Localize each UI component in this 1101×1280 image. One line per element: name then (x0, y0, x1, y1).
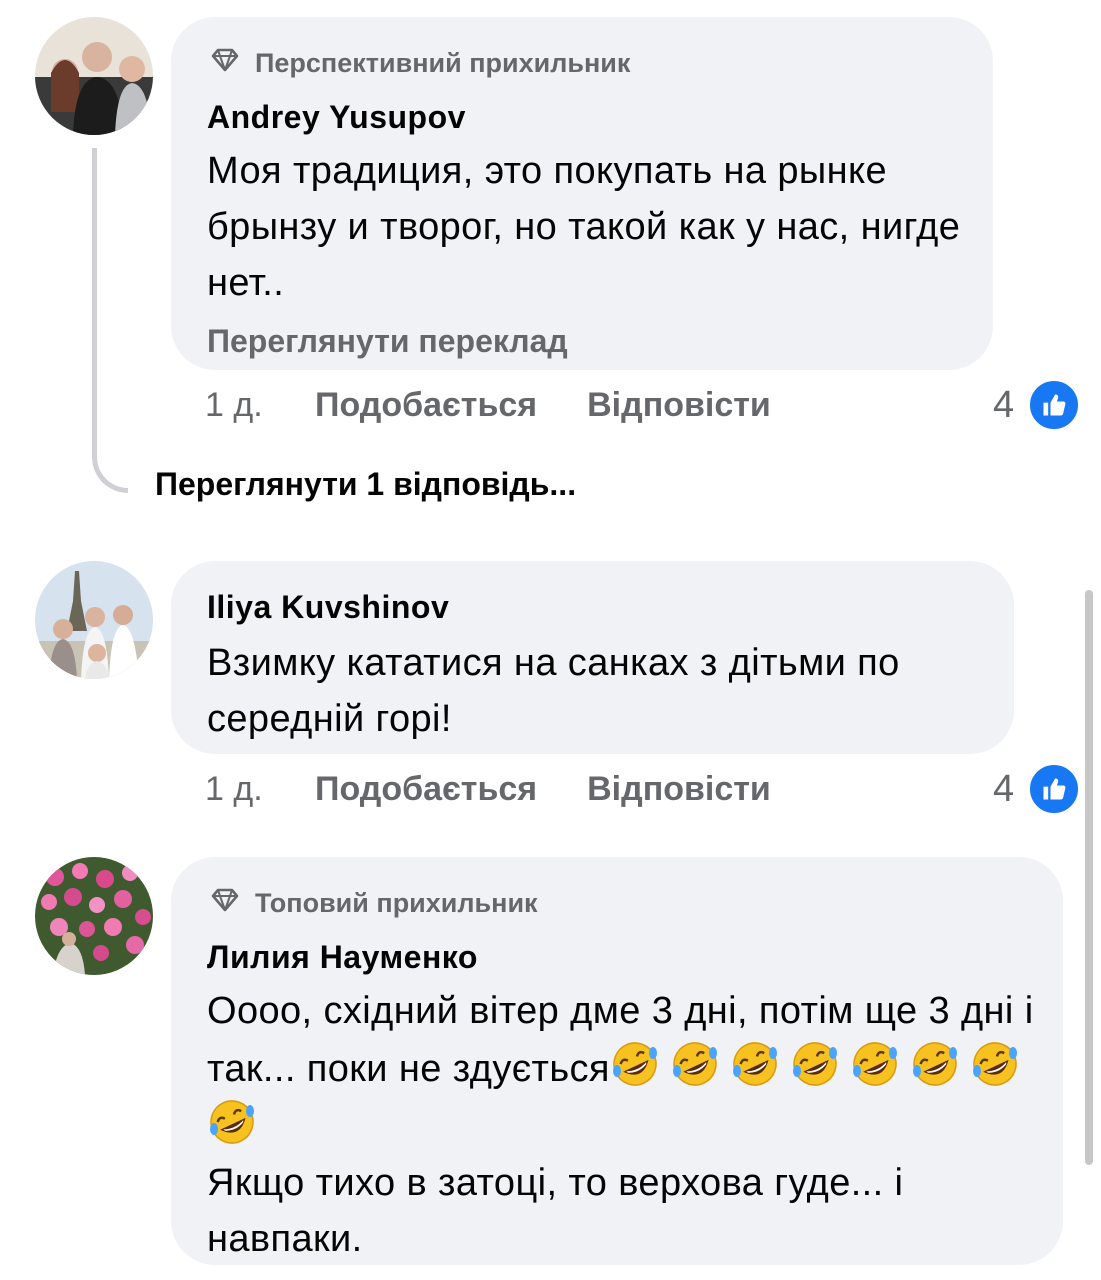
comment-author[interactable]: Iliya Kuvshinov (207, 583, 1014, 631)
comment-text: Взимку кататися на санках з дітьми по се… (207, 642, 900, 740)
comment-time[interactable]: 1 д. (205, 386, 315, 425)
scrollbar[interactable] (1085, 590, 1093, 1165)
rofl-emoji (910, 1039, 960, 1089)
fan-badge: Перспективний прихильник (207, 41, 993, 85)
comment-author[interactable]: Andrey Yusupov (207, 93, 993, 141)
comment-actions: 1 д. Подобається Відповісти (205, 386, 821, 425)
reaction-count[interactable]: 4 (993, 379, 1081, 431)
like-button[interactable]: Подобається (315, 386, 537, 425)
like-count: 4 (993, 383, 1015, 426)
avatar[interactable] (35, 17, 153, 135)
view-translation-link[interactable]: Переглянути переклад (207, 323, 993, 360)
comment-bubble[interactable]: Перспективний прихильник Andrey Yusupov … (171, 17, 993, 370)
rofl-emoji (207, 1097, 257, 1147)
like-count: 4 (993, 767, 1015, 810)
diamond-badge-icon (207, 45, 243, 81)
rofl-emoji (850, 1039, 900, 1089)
thread-line (92, 148, 128, 493)
avatar[interactable] (35, 561, 153, 679)
reply-button[interactable]: Відповісти (587, 386, 771, 425)
rofl-emoji (610, 1039, 660, 1089)
like-button[interactable]: Подобається (315, 770, 537, 809)
comment-author[interactable]: Лилия Науменко (207, 933, 1063, 981)
comment-text-line: Якщо тихо в затоці, то верхова гуде... і… (207, 1162, 904, 1260)
reaction-count[interactable]: 4 (993, 763, 1081, 815)
badge-label: Топовий прихильник (255, 887, 538, 918)
thumbs-up-icon (1028, 763, 1081, 815)
comment-time[interactable]: 1 д. (205, 770, 315, 809)
diamond-badge-icon (207, 885, 243, 921)
rofl-emoji (670, 1039, 720, 1089)
reply-button[interactable]: Відповісти (587, 770, 771, 809)
comment-text: Моя традиция, это покупать на рынке брын… (207, 150, 961, 304)
badge-label: Перспективний прихильник (255, 47, 631, 78)
rofl-emoji (790, 1039, 840, 1089)
comment-text: Оооо, східний вітер дме 3 дні, потім ще … (207, 983, 1037, 1267)
view-replies-link[interactable]: Переглянути 1 відповідь... (155, 466, 576, 503)
comment-bubble[interactable]: Iliya Kuvshinov Взимку кататися на санка… (171, 561, 1014, 754)
fan-badge: Топовий прихильник (207, 881, 1063, 925)
comment-bubble[interactable]: Топовий прихильник Лилия Науменко Оооо, … (171, 857, 1063, 1265)
rofl-emoji (730, 1039, 780, 1089)
thumbs-up-icon (1028, 379, 1081, 431)
comment-actions: 1 д. Подобається Відповісти (205, 770, 821, 809)
rofl-emoji (970, 1039, 1020, 1089)
avatar[interactable] (35, 857, 153, 975)
